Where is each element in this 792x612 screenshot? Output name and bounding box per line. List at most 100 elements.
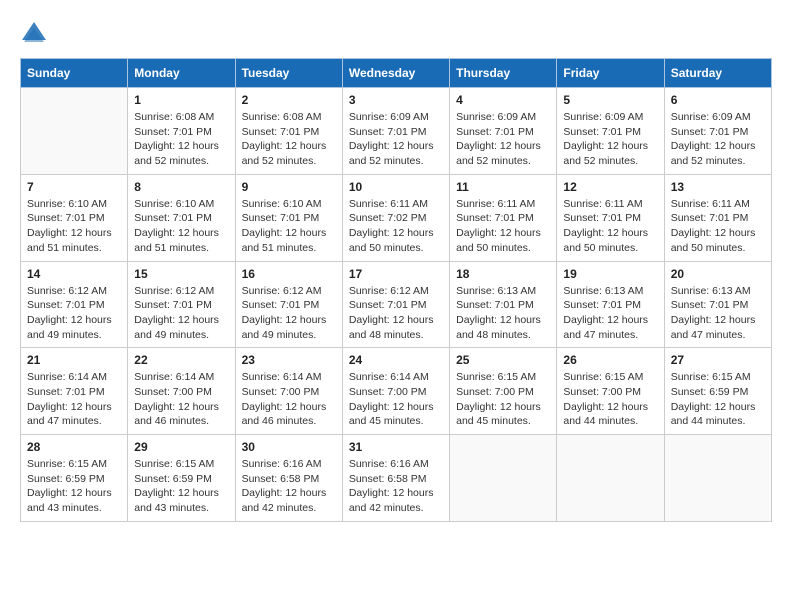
cell-date-number: 28 bbox=[27, 440, 121, 454]
cell-date-number: 6 bbox=[671, 93, 765, 107]
day-header-saturday: Saturday bbox=[664, 59, 771, 88]
cell-date-number: 3 bbox=[349, 93, 443, 107]
cell-info: Sunrise: 6:09 AMSunset: 7:01 PMDaylight:… bbox=[349, 110, 443, 169]
calendar-cell: 19 Sunrise: 6:13 AMSunset: 7:01 PMDayligh… bbox=[557, 261, 664, 348]
cell-date-number: 20 bbox=[671, 267, 765, 281]
cell-date-number: 14 bbox=[27, 267, 121, 281]
cell-info: Sunrise: 6:15 AMSunset: 6:59 PMDaylight:… bbox=[134, 457, 228, 516]
cell-info: Sunrise: 6:14 AMSunset: 7:00 PMDaylight:… bbox=[349, 370, 443, 429]
calendar-cell: 16Sunrise: 6:12 AMSunset: 7:01 PMDayligh… bbox=[235, 261, 342, 348]
cell-date-number: 29 bbox=[134, 440, 228, 454]
calendar-cell: 11 Sunrise: 6:11 AMSunset: 7:01 PMDayligh… bbox=[450, 174, 557, 261]
logo-icon bbox=[20, 20, 48, 48]
cell-info: Sunrise: 6:14 AMSunset: 7:00 PMDaylight:… bbox=[242, 370, 336, 429]
cell-info: Sunrise: 6:09 AMSunset: 7:01 PMDaylight:… bbox=[563, 110, 657, 169]
cell-date-number: 19 bbox=[563, 267, 657, 281]
day-header-friday: Friday bbox=[557, 59, 664, 88]
calendar-week-5: 28 Sunrise: 6:15 AMSunset: 6:59 PMDayligh… bbox=[21, 435, 772, 522]
calendar-cell: 10Sunrise: 6:11 AMSunset: 7:02 PMDayligh… bbox=[342, 174, 449, 261]
cell-date-number: 30 bbox=[242, 440, 336, 454]
calendar-cell: 28 Sunrise: 6:15 AMSunset: 6:59 PMDayligh… bbox=[21, 435, 128, 522]
cell-date-number: 1 bbox=[134, 93, 228, 107]
calendar-week-2: 7 Sunrise: 6:10 AMSunset: 7:01 PMDaylight… bbox=[21, 174, 772, 261]
cell-date-number: 17 bbox=[349, 267, 443, 281]
cell-info: Sunrise: 6:10 AMSunset: 7:01 PMDaylight:… bbox=[134, 197, 228, 256]
cell-date-number: 2 bbox=[242, 93, 336, 107]
cell-info: Sunrise: 6:11 AMSunset: 7:01 PMDaylight:… bbox=[563, 197, 657, 256]
cell-info: Sunrise: 6:15 AMSunset: 7:00 PMDaylight:… bbox=[456, 370, 550, 429]
cell-info: Sunrise: 6:13 AMSunset: 7:01 PMDaylight:… bbox=[456, 284, 550, 343]
cell-date-number: 26 bbox=[563, 353, 657, 367]
calendar-cell: 13 Sunrise: 6:11 AMSunset: 7:01 PMDayligh… bbox=[664, 174, 771, 261]
cell-date-number: 24 bbox=[349, 353, 443, 367]
cell-date-number: 12 bbox=[563, 180, 657, 194]
day-header-wednesday: Wednesday bbox=[342, 59, 449, 88]
cell-date-number: 21 bbox=[27, 353, 121, 367]
cell-info: Sunrise: 6:12 AMSunset: 7:01 PMDaylight:… bbox=[349, 284, 443, 343]
cell-date-number: 11 bbox=[456, 180, 550, 194]
calendar-cell: 6Sunrise: 6:09 AMSunset: 7:01 PMDaylight… bbox=[664, 88, 771, 175]
cell-info: Sunrise: 6:11 AMSunset: 7:02 PMDaylight:… bbox=[349, 197, 443, 256]
cell-info: Sunrise: 6:08 AMSunset: 7:01 PMDaylight:… bbox=[134, 110, 228, 169]
calendar-cell: 23Sunrise: 6:14 AMSunset: 7:00 PMDayligh… bbox=[235, 348, 342, 435]
cell-info: Sunrise: 6:10 AMSunset: 7:01 PMDaylight:… bbox=[27, 197, 121, 256]
cell-date-number: 9 bbox=[242, 180, 336, 194]
cell-date-number: 16 bbox=[242, 267, 336, 281]
cell-info: Sunrise: 6:11 AMSunset: 7:01 PMDaylight:… bbox=[671, 197, 765, 256]
calendar-header-row: SundayMondayTuesdayWednesdayThursdayFrid… bbox=[21, 59, 772, 88]
cell-date-number: 25 bbox=[456, 353, 550, 367]
cell-date-number: 31 bbox=[349, 440, 443, 454]
cell-date-number: 18 bbox=[456, 267, 550, 281]
cell-date-number: 22 bbox=[134, 353, 228, 367]
calendar-cell bbox=[557, 435, 664, 522]
calendar-cell: 7 Sunrise: 6:10 AMSunset: 7:01 PMDaylight… bbox=[21, 174, 128, 261]
cell-info: Sunrise: 6:14 AMSunset: 7:01 PMDaylight:… bbox=[27, 370, 121, 429]
calendar-week-1: 1 Sunrise: 6:08 AMSunset: 7:01 PMDaylight… bbox=[21, 88, 772, 175]
cell-info: Sunrise: 6:13 AMSunset: 7:01 PMDaylight:… bbox=[563, 284, 657, 343]
cell-info: Sunrise: 6:13 AMSunset: 7:01 PMDaylight:… bbox=[671, 284, 765, 343]
calendar-cell: 5Sunrise: 6:09 AMSunset: 7:01 PMDaylight… bbox=[557, 88, 664, 175]
calendar-cell: 2 Sunrise: 6:08 AMSunset: 7:01 PMDaylight… bbox=[235, 88, 342, 175]
cell-info: Sunrise: 6:12 AMSunset: 7:01 PMDaylight:… bbox=[134, 284, 228, 343]
calendar-cell: 27 Sunrise: 6:15 AMSunset: 6:59 PMDayligh… bbox=[664, 348, 771, 435]
calendar-cell bbox=[450, 435, 557, 522]
calendar-cell: 26 Sunrise: 6:15 AMSunset: 7:00 PMDayligh… bbox=[557, 348, 664, 435]
calendar-cell: 24 Sunrise: 6:14 AMSunset: 7:00 PMDayligh… bbox=[342, 348, 449, 435]
cell-info: Sunrise: 6:15 AMSunset: 6:59 PMDaylight:… bbox=[671, 370, 765, 429]
calendar-table: SundayMondayTuesdayWednesdayThursdayFrid… bbox=[20, 58, 772, 522]
calendar-cell: 31 Sunrise: 6:16 AMSunset: 6:58 PMDayligh… bbox=[342, 435, 449, 522]
calendar-cell: 21 Sunrise: 6:14 AMSunset: 7:01 PMDayligh… bbox=[21, 348, 128, 435]
cell-date-number: 4 bbox=[456, 93, 550, 107]
cell-date-number: 13 bbox=[671, 180, 765, 194]
cell-date-number: 27 bbox=[671, 353, 765, 367]
cell-info: Sunrise: 6:08 AMSunset: 7:01 PMDaylight:… bbox=[242, 110, 336, 169]
day-header-monday: Monday bbox=[128, 59, 235, 88]
calendar-cell: 22 Sunrise: 6:14 AMSunset: 7:00 PMDayligh… bbox=[128, 348, 235, 435]
cell-date-number: 8 bbox=[134, 180, 228, 194]
cell-info: Sunrise: 6:14 AMSunset: 7:00 PMDaylight:… bbox=[134, 370, 228, 429]
calendar-cell bbox=[664, 435, 771, 522]
cell-info: Sunrise: 6:16 AMSunset: 6:58 PMDaylight:… bbox=[349, 457, 443, 516]
calendar-cell: 8 Sunrise: 6:10 AMSunset: 7:01 PMDaylight… bbox=[128, 174, 235, 261]
calendar-cell: 18 Sunrise: 6:13 AMSunset: 7:01 PMDayligh… bbox=[450, 261, 557, 348]
calendar-cell: 29 Sunrise: 6:15 AMSunset: 6:59 PMDayligh… bbox=[128, 435, 235, 522]
calendar-week-3: 14 Sunrise: 6:12 AMSunset: 7:01 PMDayligh… bbox=[21, 261, 772, 348]
cell-info: Sunrise: 6:16 AMSunset: 6:58 PMDaylight:… bbox=[242, 457, 336, 516]
cell-date-number: 7 bbox=[27, 180, 121, 194]
calendar-cell: 20 Sunrise: 6:13 AMSunset: 7:01 PMDayligh… bbox=[664, 261, 771, 348]
calendar-cell: 14Sunrise: 6:12 AMSunset: 7:01 PMDayligh… bbox=[21, 261, 128, 348]
day-header-tuesday: Tuesday bbox=[235, 59, 342, 88]
cell-info: Sunrise: 6:15 AMSunset: 6:59 PMDaylight:… bbox=[27, 457, 121, 516]
page-header bbox=[20, 20, 772, 48]
calendar-cell: 9Sunrise: 6:10 AMSunset: 7:01 PMDaylight… bbox=[235, 174, 342, 261]
day-header-thursday: Thursday bbox=[450, 59, 557, 88]
calendar-cell: 4Sunrise: 6:09 AMSunset: 7:01 PMDaylight… bbox=[450, 88, 557, 175]
calendar-cell: 15Sunrise: 6:12 AMSunset: 7:01 PMDayligh… bbox=[128, 261, 235, 348]
logo bbox=[20, 20, 50, 48]
cell-info: Sunrise: 6:11 AMSunset: 7:01 PMDaylight:… bbox=[456, 197, 550, 256]
calendar-cell: 12 Sunrise: 6:11 AMSunset: 7:01 PMDayligh… bbox=[557, 174, 664, 261]
calendar-cell: 30 Sunrise: 6:16 AMSunset: 6:58 PMDayligh… bbox=[235, 435, 342, 522]
cell-info: Sunrise: 6:15 AMSunset: 7:00 PMDaylight:… bbox=[563, 370, 657, 429]
calendar-cell: 3 Sunrise: 6:09 AMSunset: 7:01 PMDaylight… bbox=[342, 88, 449, 175]
day-header-sunday: Sunday bbox=[21, 59, 128, 88]
